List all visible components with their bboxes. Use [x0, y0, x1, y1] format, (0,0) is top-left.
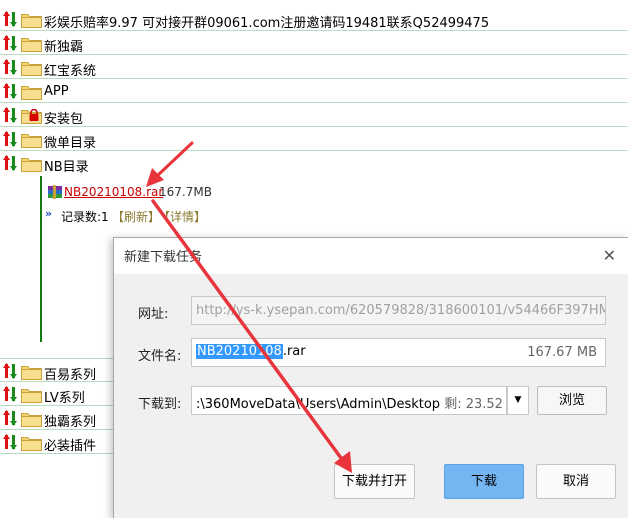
chevron-down-icon[interactable]: ▼: [507, 386, 529, 415]
double-chevron-icon: »: [45, 207, 52, 220]
folder-icon: [21, 387, 42, 403]
folder-icon: [21, 132, 42, 148]
folder-row[interactable]: 微单目录: [0, 127, 628, 151]
filename-extension: .rar: [282, 344, 306, 359]
record-count: 记录数:1: [61, 210, 109, 224]
download-and-open-button[interactable]: 下载并打开: [334, 464, 415, 499]
sort-arrows-icon[interactable]: [3, 434, 17, 450]
file-link[interactable]: NB20210108.rar: [64, 185, 163, 199]
sort-arrows-icon[interactable]: [3, 410, 17, 426]
cancel-button[interactable]: 取消: [536, 464, 616, 499]
browse-button[interactable]: 浏览: [537, 386, 607, 415]
folder-row[interactable]: 彩娱乐赔率9.97 可对接开群09061.com注册邀请码19481联系Q524…: [0, 7, 628, 31]
filename-label: 文件名:: [138, 349, 182, 364]
folder-label[interactable]: 彩娱乐赔率9.97 可对接开群09061.com注册邀请码19481联系Q524…: [44, 12, 489, 31]
saveto-path: :\360MoveData\Users\Admin\Desktop: [196, 397, 441, 412]
sort-arrows-icon[interactable]: [3, 386, 17, 402]
detail-link[interactable]: 【详情】: [158, 208, 206, 225]
saveto-label: 下载到:: [138, 397, 182, 412]
sort-arrows-icon[interactable]: [3, 11, 17, 27]
filename-selected-text: NB20210108: [196, 344, 283, 359]
folder-row[interactable]: 红宝系统: [0, 55, 628, 79]
sort-arrows-icon[interactable]: [3, 131, 17, 147]
filename-input[interactable]: NB20210108.rar 167.67 MB: [191, 338, 606, 367]
folder-row[interactable]: 新独霸: [0, 31, 628, 55]
folder-row[interactable]: APP: [0, 79, 628, 103]
refresh-link[interactable]: 【刷新】: [112, 208, 160, 225]
folder-label[interactable]: 必装插件: [44, 435, 96, 454]
folder-label[interactable]: 百易系列: [44, 364, 96, 383]
new-download-dialog: 新建下载任务 ✕ 网址: http://ys-k.ysepan.com/6205…: [113, 237, 628, 518]
folder-label[interactable]: LV系列: [44, 387, 85, 406]
sort-arrows-icon[interactable]: [3, 59, 17, 75]
sort-arrows-icon[interactable]: [3, 35, 17, 51]
folder-row[interactable]: 安装包: [0, 103, 628, 127]
folder-row-expanded[interactable]: NB目录: [0, 151, 628, 175]
lock-icon: [29, 109, 39, 121]
dialog-title: 新建下载任务: [124, 250, 203, 265]
download-button[interactable]: 下载: [444, 464, 524, 499]
winrar-archive-icon: [48, 185, 62, 199]
folder-icon: [21, 84, 42, 100]
folder-icon: [21, 60, 42, 76]
folder-icon: [21, 435, 42, 451]
folder-label[interactable]: 安装包: [44, 108, 83, 127]
filename-size: 167.67 MB: [527, 345, 597, 360]
sort-arrows-icon[interactable]: [3, 155, 17, 171]
url-label: 网址:: [138, 307, 169, 322]
saveto-free-space: 剩: 23.52 GB: [444, 397, 506, 412]
folder-label[interactable]: 微单目录: [44, 132, 96, 151]
folder-icon: [21, 156, 42, 172]
saveto-path-input[interactable]: :\360MoveData\Users\Admin\Desktop 剩: 23.…: [191, 386, 507, 415]
url-field[interactable]: http://ys-k.ysepan.com/620579828/3186001…: [191, 296, 606, 325]
dialog-body: 网址: http://ys-k.ysepan.com/620579828/318…: [114, 274, 628, 518]
close-icon[interactable]: ✕: [603, 246, 616, 265]
folder-label[interactable]: NB目录: [44, 156, 89, 175]
file-size: 167.7MB: [159, 185, 212, 199]
folder-label[interactable]: 独霸系列: [44, 411, 96, 430]
sort-arrows-icon[interactable]: [3, 107, 17, 123]
sort-arrows-icon[interactable]: [3, 83, 17, 99]
folder-icon: [21, 36, 42, 52]
folder-icon: [21, 411, 42, 427]
tree-line: [40, 176, 42, 342]
folder-label[interactable]: 新独霸: [44, 36, 83, 55]
folder-icon: [21, 12, 42, 28]
sort-arrows-icon[interactable]: [3, 363, 17, 379]
folder-label[interactable]: 红宝系统: [44, 60, 96, 79]
folder-icon: [21, 364, 42, 380]
folder-label[interactable]: APP: [44, 84, 69, 99]
